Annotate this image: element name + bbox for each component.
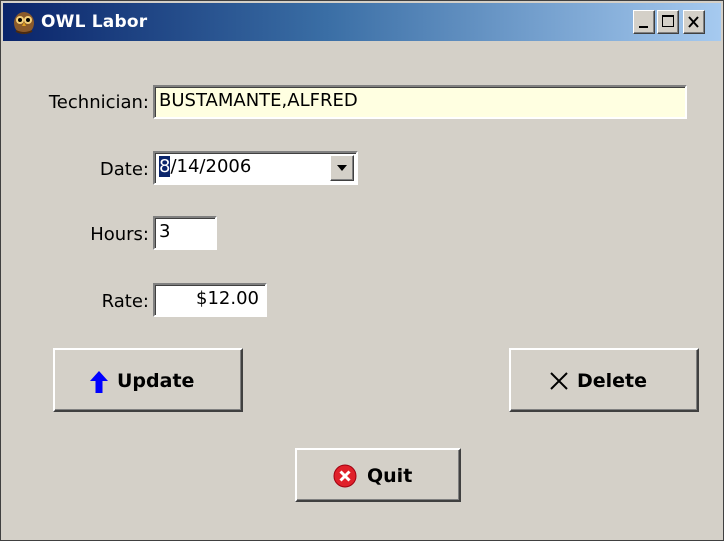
date-dropdown-button[interactable] <box>330 155 354 181</box>
close-icon <box>688 16 699 28</box>
technician-label: Technician: <box>48 92 149 113</box>
rate-field[interactable]: $12.00 <box>153 283 267 317</box>
update-button[interactable]: Update <box>53 348 243 412</box>
minimize-icon <box>639 26 648 28</box>
title-bar[interactable]: OWL Labor <box>3 3 721 41</box>
date-label: Date: <box>99 159 149 180</box>
maximize-icon <box>662 15 674 27</box>
quit-button[interactable]: Quit <box>295 448 461 502</box>
date-picker[interactable]: 8/14/2006 <box>153 151 358 185</box>
technician-field[interactable]: BUSTAMANTE,ALFRED <box>153 85 687 119</box>
delete-button[interactable]: Delete <box>509 348 699 412</box>
window-title: OWL Labor <box>41 12 148 32</box>
update-button-label: Update <box>117 370 195 392</box>
hours-field[interactable]: 3 <box>153 216 217 250</box>
hours-label: Hours: <box>90 224 149 245</box>
maximize-button[interactable] <box>657 10 679 34</box>
chevron-down-icon <box>337 165 347 171</box>
quit-icon <box>333 464 357 488</box>
owl-labor-window: OWL Labor Technician: BUSTAMANTE,ALFRED … <box>0 0 724 541</box>
rate-label: Rate: <box>101 291 149 312</box>
quit-button-label: Quit <box>367 465 413 487</box>
date-selected-part: 8 <box>159 156 171 177</box>
minimize-button[interactable] <box>633 10 655 34</box>
close-button[interactable] <box>683 10 705 34</box>
owl-icon <box>14 12 34 34</box>
delete-button-label: Delete <box>577 370 648 392</box>
arrow-up-icon <box>90 371 108 393</box>
x-icon <box>550 372 568 390</box>
date-rest: /14/2006 <box>170 156 252 177</box>
